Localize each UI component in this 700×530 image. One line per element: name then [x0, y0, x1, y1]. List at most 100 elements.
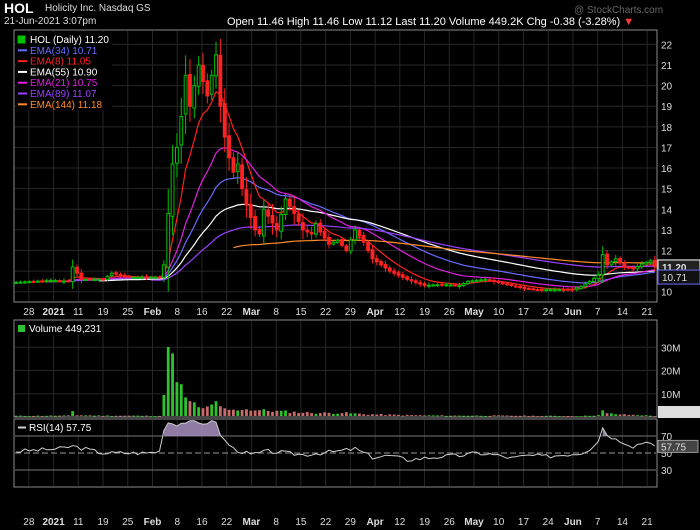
- date-strip-bottom: [14, 490, 657, 530]
- date-label-top-0: 28: [23, 307, 35, 318]
- volume-bar-115: [514, 415, 518, 417]
- volume-bar-27: [132, 415, 135, 417]
- candle-body-76: [344, 245, 349, 251]
- volume-bar-3: [27, 416, 31, 417]
- volume-bar-53: [245, 409, 248, 416]
- volume-bar-98: [440, 415, 444, 416]
- date-label-top-3: 19: [97, 307, 109, 318]
- volume-bar-4: [32, 415, 35, 417]
- candle-body-81: [366, 241, 370, 251]
- volume-bar-97: [436, 415, 440, 417]
- price-tick-label-2: 12: [661, 246, 673, 257]
- candle-body-78: [353, 229, 357, 241]
- date-label-bottom-1: 2021: [42, 517, 65, 528]
- volume-bar-74: [336, 413, 340, 416]
- date-label-bottom-23: 7: [595, 517, 601, 528]
- candle-body-35: [166, 212, 171, 268]
- candle-body-49: [227, 135, 231, 159]
- date-label-top-21: 24: [543, 307, 555, 318]
- candle-body-102: [457, 285, 462, 288]
- candle-body-21: [105, 275, 110, 280]
- candle-body-73: [331, 241, 336, 245]
- candle-body-41: [192, 85, 197, 109]
- volume-bar-110: [492, 415, 496, 417]
- candle-body-136: [605, 253, 609, 266]
- candle-body-135: [600, 254, 605, 276]
- date-label-top-25: 21: [642, 307, 654, 318]
- volume-bar-135: [601, 410, 605, 416]
- volume-bar-140: [623, 414, 626, 416]
- volume-bar-125: [557, 416, 561, 417]
- date-label-top-10: 8: [273, 307, 279, 318]
- candle-body-87: [392, 270, 397, 274]
- candle-body-29: [140, 276, 145, 279]
- volume-bar-18: [92, 415, 96, 417]
- volume-bar-34: [162, 394, 166, 416]
- candle-body-30: [144, 276, 149, 279]
- candle-body-89: [400, 274, 405, 278]
- volume-bar-57: [262, 409, 266, 416]
- candle-body-12: [66, 280, 71, 283]
- candle-body-5: [35, 280, 40, 283]
- candle-body-133: [592, 277, 596, 283]
- volume-bar-96: [431, 415, 435, 417]
- date-label-bottom-18: May: [464, 517, 484, 528]
- candle-body-144: [639, 263, 644, 267]
- date-label-top-20: 17: [518, 307, 530, 318]
- candle-body-23: [114, 272, 119, 275]
- volume-bar-146: [649, 415, 652, 417]
- volume-bar-41: [192, 402, 196, 416]
- candle-body-101: [453, 284, 457, 287]
- volume-bar-84: [379, 413, 383, 416]
- volume-bar-91: [410, 415, 413, 416]
- candle-body-117: [522, 287, 527, 290]
- volume-bar-78: [353, 413, 357, 416]
- volume-bar-12: [66, 415, 70, 417]
- volume-bar-106: [475, 415, 479, 417]
- candle-body-103: [461, 282, 466, 287]
- volume-bar-73: [331, 413, 335, 416]
- candle-body-38: [179, 116, 184, 146]
- legend-entry-0: HOL (Daily) 11.20: [30, 35, 109, 46]
- candle-body-112: [500, 282, 505, 285]
- candle-body-15: [79, 272, 84, 280]
- date-label-bottom-9: Mar: [243, 517, 261, 528]
- volume-bar-21: [105, 415, 109, 417]
- candle-body-56: [257, 228, 262, 235]
- candle-body-130: [579, 286, 583, 289]
- date-label-bottom-16: 19: [419, 517, 431, 528]
- candle-body-114: [509, 283, 514, 287]
- volume-bar-129: [575, 416, 579, 418]
- date-label-bottom-24: 14: [617, 517, 629, 528]
- date-label-bottom-7: 16: [196, 517, 208, 528]
- volume-bar-130: [579, 416, 583, 418]
- candle-body-44: [205, 80, 210, 97]
- candle-body-111: [496, 280, 501, 283]
- candle-body-71: [322, 231, 327, 239]
- candle-body-36: [170, 163, 175, 217]
- candle-body-31: [148, 276, 153, 279]
- candle-body-39: [183, 74, 188, 115]
- volume-bar-116: [518, 415, 522, 417]
- volume-bar-92: [414, 415, 418, 416]
- volume-bar-31: [149, 416, 153, 417]
- candle-body-61: [279, 213, 284, 232]
- price-tag-label-1: 10.71: [662, 273, 687, 284]
- candle-body-100: [448, 284, 453, 287]
- volume-bar-90: [405, 414, 409, 416]
- legend-entry-2: EMA(8) 11.05: [30, 57, 91, 68]
- volume-legend-swatch: [18, 325, 25, 332]
- candle-body-67: [305, 229, 310, 233]
- volume-bar-46: [214, 401, 218, 416]
- legend-entry-4: EMA(21) 10.75: [30, 78, 98, 89]
- volume-bar-45: [210, 404, 214, 416]
- volume-bar-134: [596, 415, 600, 416]
- date-label-top-11: 15: [295, 307, 307, 318]
- candle-body-143: [635, 265, 640, 270]
- volume-bar-81: [366, 414, 370, 416]
- volume-bar-44: [205, 406, 209, 416]
- volume-bar-67: [305, 411, 309, 416]
- candle-body-146: [648, 260, 653, 264]
- volume-bar-61: [279, 410, 283, 416]
- volume-bar-19: [97, 415, 101, 417]
